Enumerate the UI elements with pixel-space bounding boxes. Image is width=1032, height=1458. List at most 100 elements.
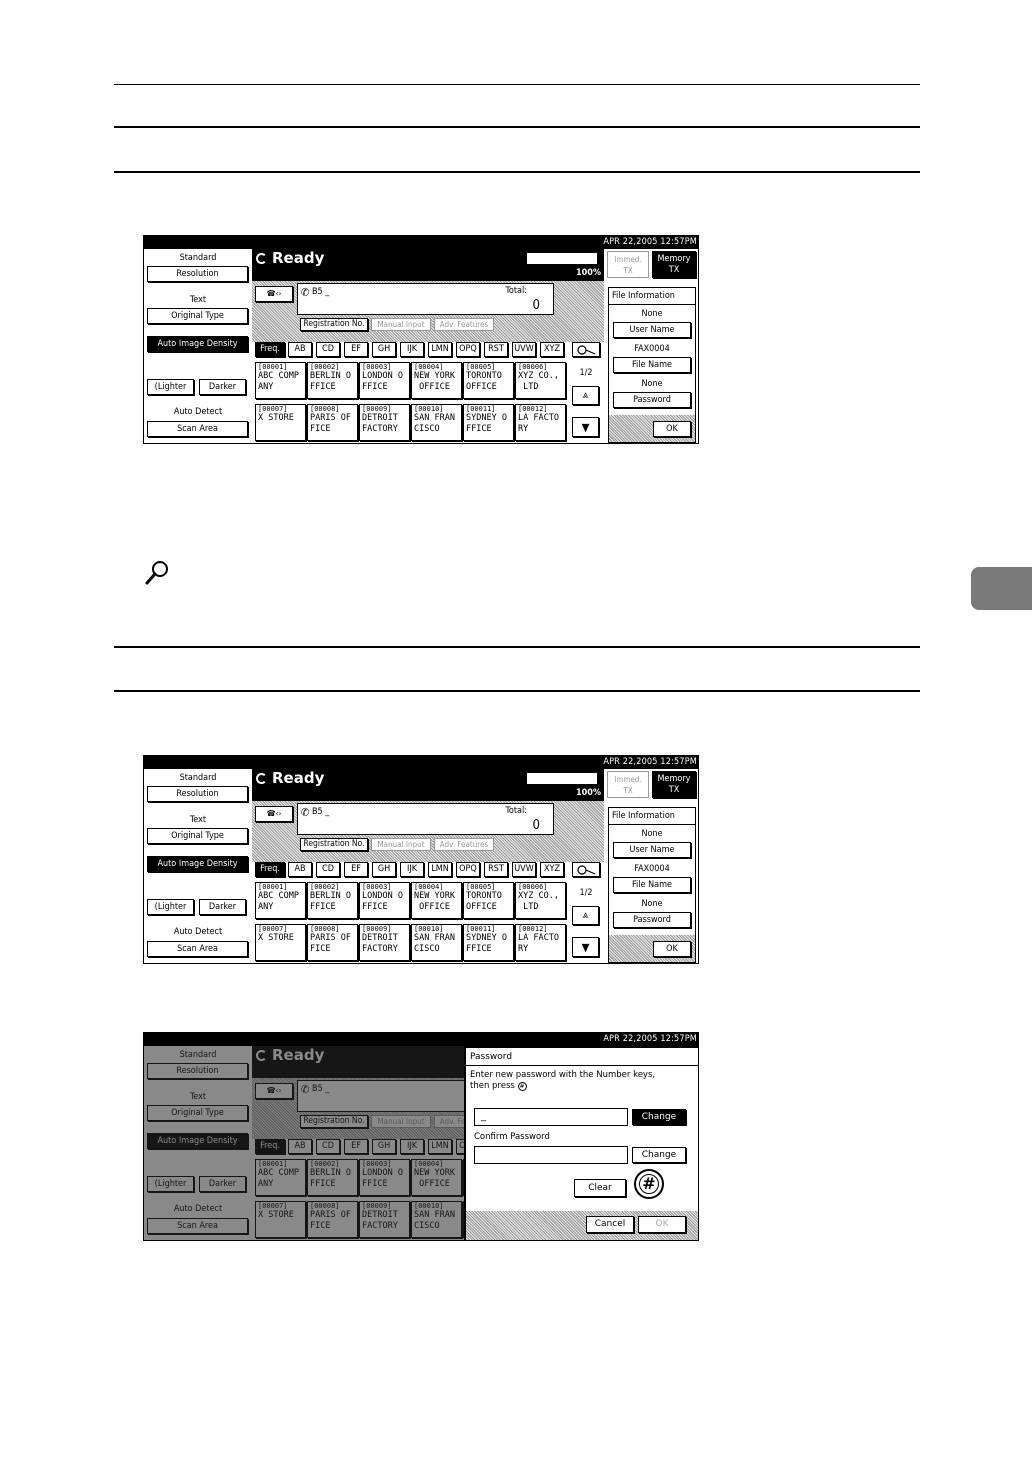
tab-cd[interactable]: CD [316,862,340,877]
destination-key[interactable]: [00004]NEW YORK OFFICE [411,882,462,919]
memory-tx-button[interactable]: Memory TX [652,251,696,278]
darker-button[interactable]: Darker [199,899,246,915]
file-name-button[interactable]: File Name [613,357,691,373]
destination-key[interactable]: [00009]DETROIT FACTORY [359,924,410,961]
destination-key[interactable]: [00007]X STORE [255,404,306,441]
destination-key[interactable]: [00007]X STORE [255,924,306,961]
destination-key[interactable]: [00006]XYZ CO., LTD [515,882,566,919]
tab-ef[interactable]: EF [344,862,368,877]
on-hook-dial-button[interactable]: ☎‹› [255,286,293,302]
scan-area-button[interactable]: Scan Area [147,941,248,957]
destination-key[interactable]: [00001]ABC COMP ANY [255,362,306,399]
tab-rst[interactable]: RST [484,342,508,357]
tab-rst[interactable]: RST [484,862,508,877]
auto-image-density-button[interactable]: Auto Image Density [147,856,248,872]
cancel-button[interactable]: Cancel [586,1216,634,1233]
destination-code: [00012] [518,405,548,413]
lighter-button[interactable]: (Lighter [147,899,194,915]
memory-tx-button[interactable]: Memory TX [652,771,696,798]
tab-uvw[interactable]: UVW [512,342,536,357]
tab-xyz[interactable]: XYZ [540,862,564,877]
adv-features-button[interactable]: Adv. Features [434,318,494,331]
scroll-up-button[interactable]: ⩓ [572,386,599,405]
ok-button[interactable]: OK [653,941,691,957]
tab-lmn[interactable]: LMN [428,342,452,357]
scroll-down-button[interactable]: ▼ [572,937,599,957]
confirm-password-field[interactable] [474,1146,628,1164]
search-button[interactable] [572,862,600,877]
registration-no-button[interactable]: Registration No. [300,838,368,851]
change-button-1[interactable]: Change [632,1109,686,1125]
destination-key[interactable]: [00004]NEW YORK OFFICE [411,362,462,399]
destination-name: BERLIN O FFICE [310,371,351,392]
scroll-down-button[interactable]: ▼ [572,417,599,437]
information-button[interactable]: Information [526,772,598,785]
tab-lmn[interactable]: LMN [428,862,452,877]
destination-key[interactable]: [00011]SYDNEY O FFICE [463,404,514,441]
change-button-2[interactable]: Change [632,1147,686,1163]
destination-key[interactable]: [00010]SAN FRAN CISCO [411,404,462,441]
file-name-button[interactable]: File Name [613,877,691,893]
destination-key[interactable]: [00006]XYZ CO., LTD [515,362,566,399]
tab-freq[interactable]: Freq. [255,862,285,877]
darker-button[interactable]: Darker [199,379,246,395]
search-button[interactable] [572,342,600,357]
destination-key[interactable]: [00002]BERLIN O FFICE [307,362,358,399]
user-name-button[interactable]: User Name [613,842,691,858]
tab-gh[interactable]: GH [372,862,396,877]
manual-input-button[interactable]: Manual Input [371,318,431,331]
adv-features-button[interactable]: Adv. Features [434,838,494,851]
tab-ab[interactable]: AB [288,342,312,357]
destination-key[interactable]: [00003]LONDON O FFICE [359,362,410,399]
tab-uvw[interactable]: UVW [512,862,536,877]
hash-key-button[interactable]: # [634,1169,664,1199]
ready-label: Ready [272,769,325,787]
tab-opq[interactable]: OPQ [456,342,480,357]
tab-ef[interactable]: EF [344,342,368,357]
clear-button[interactable]: Clear [574,1179,626,1197]
tab-opq[interactable]: OPQ [456,862,480,877]
dialog-ok-button[interactable]: OK [638,1216,686,1233]
destination-key[interactable]: [00008]PARIS OF FICE [307,924,358,961]
destination-key[interactable]: [00008]PARIS OF FICE [307,404,358,441]
original-type-button[interactable]: Original Type [147,308,248,324]
user-name-button[interactable]: User Name [613,322,691,338]
registration-no-button[interactable]: Registration No. [300,318,368,331]
destination-key[interactable]: [00010]SAN FRAN CISCO [411,924,462,961]
immediate-tx-button[interactable]: Immed. TX [607,251,649,278]
destination-key[interactable]: [00005]TORONTO OFFICE [463,882,514,919]
original-type-button[interactable]: Original Type [147,828,248,844]
resolution-button[interactable]: Resolution [147,266,248,282]
lighter-button[interactable]: (Lighter [147,379,194,395]
tab-ijk[interactable]: IJK [400,342,424,357]
status-bar: Ready Information 100% [252,249,604,281]
destination-key[interactable]: [00012]LA FACTO RY [515,924,566,961]
on-hook-dial-button[interactable]: ☎‹› [255,806,293,822]
tab-ijk[interactable]: IJK [400,862,424,877]
information-button[interactable]: Information [526,252,598,265]
tab-xyz[interactable]: XYZ [540,342,564,357]
destination-key[interactable]: [00011]SYDNEY O FFICE [463,924,514,961]
tab-gh[interactable]: GH [372,342,396,357]
password-button[interactable]: Password [613,912,691,928]
manual-input-button[interactable]: Manual Input [371,838,431,851]
immediate-tx-button[interactable]: Immed. TX [607,771,649,798]
user-name-value: None [641,829,663,839]
new-password-field[interactable]: _ [474,1108,628,1126]
tab-cd[interactable]: CD [316,342,340,357]
scan-area-button[interactable]: Scan Area [147,421,248,437]
scroll-up-button[interactable]: ⩓ [572,906,599,925]
destination-key[interactable]: [00003]LONDON O FFICE [359,882,410,919]
resolution-button[interactable]: Resolution [147,786,248,802]
destination-key[interactable]: [00005]TORONTO OFFICE [463,362,514,399]
tab-ab[interactable]: AB [288,862,312,877]
destination-key[interactable]: [00001]ABC COMP ANY [255,882,306,919]
password-button[interactable]: Password [613,392,691,408]
auto-image-density-button[interactable]: Auto Image Density [147,336,248,352]
destination-key[interactable]: [00012]LA FACTO RY [515,404,566,441]
destination-key[interactable]: [00009]DETROIT FACTORY [359,404,410,441]
confirm-password-label: Confirm Password [474,1132,550,1142]
ok-button[interactable]: OK [653,421,691,437]
destination-key[interactable]: [00002]BERLIN O FFICE [307,882,358,919]
tab-freq[interactable]: Freq. [255,342,285,357]
